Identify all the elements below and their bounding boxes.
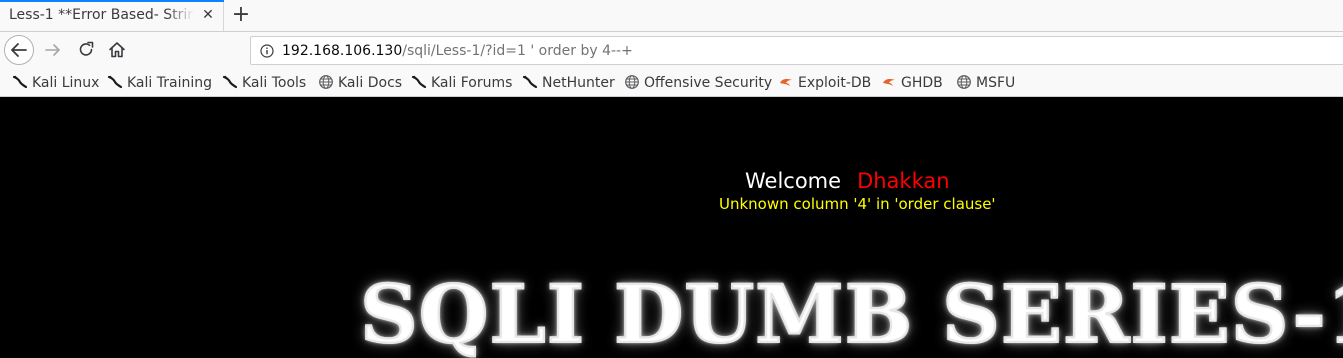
- url-host: 192.168.106.130: [282, 43, 403, 59]
- bookmark-label: Kali Docs: [338, 75, 403, 91]
- back-button[interactable]: [4, 35, 34, 65]
- bookmark-nethunter[interactable]: NetHunter: [522, 74, 615, 92]
- bookmarks-toolbar: Kali Linux Kali Training Kali Tools Kali Do…: [0, 70, 1343, 97]
- new-tab-button[interactable]: +: [229, 3, 253, 27]
- welcome-line: Welcome Dhakkan: [745, 169, 950, 193]
- bookmark-kali-training[interactable]: Kali Training: [107, 74, 212, 92]
- bookmark-label: Exploit-DB: [798, 75, 872, 91]
- kali-dragon-icon: [522, 74, 538, 90]
- bookmark-kali-linux[interactable]: Kali Linux: [12, 74, 99, 92]
- close-tab-icon[interactable]: ✕: [200, 7, 216, 23]
- forward-button[interactable]: [43, 40, 63, 60]
- bookmark-label: Kali Tools: [242, 75, 307, 91]
- bookmark-label: Kali Forums: [431, 75, 513, 91]
- bookmark-exploit-db[interactable]: Exploit-DB: [778, 74, 871, 92]
- kali-dragon-icon: [107, 74, 123, 90]
- home-button[interactable]: [107, 40, 127, 60]
- globe-icon: [318, 74, 334, 90]
- welcome-text: Welcome: [745, 169, 842, 193]
- sql-error-message: Unknown column '4' in 'order clause': [719, 195, 996, 213]
- exploit-db-icon: [778, 74, 794, 90]
- arrow-left-icon: [11, 43, 27, 57]
- page-content: Welcome Dhakkan Unknown column '4' in 'or…: [0, 97, 1343, 358]
- bookmark-offensive-security[interactable]: Offensive Security: [624, 74, 772, 92]
- globe-icon: [624, 74, 640, 90]
- sqli-dumb-series-banner: SQLI DUMB SERIES-1: [359, 268, 1343, 358]
- bookmark-label: MSFU: [976, 75, 1016, 91]
- tab-active[interactable]: Less-1 **Error Based- String ✕: [0, 0, 224, 31]
- bookmark-label: NetHunter: [542, 75, 615, 91]
- bookmark-label: Offensive Security: [644, 75, 773, 91]
- bookmark-label: Kali Training: [127, 75, 212, 91]
- url-path: /sqli/Less-1/?id=1 ' order by 4--+: [402, 43, 633, 59]
- kali-dragon-icon: [411, 74, 427, 90]
- globe-icon: [956, 74, 972, 90]
- bookmark-kali-forums[interactable]: Kali Forums: [411, 74, 512, 92]
- bookmark-label: Kali Linux: [32, 75, 100, 91]
- url-bar[interactable]: 192.168.106.130/sqli/Less-1/?id=1 ' orde…: [250, 36, 1343, 65]
- tab-strip: Less-1 **Error Based- String ✕ +: [0, 0, 1343, 32]
- bookmark-ghdb[interactable]: GHDB: [881, 74, 943, 92]
- bookmark-msfu[interactable]: MSFU: [956, 74, 1015, 92]
- kali-dragon-icon: [222, 74, 238, 90]
- navigation-toolbar: 192.168.106.130/sqli/Less-1/?id=1 ' orde…: [0, 32, 1343, 70]
- reload-button[interactable]: [76, 40, 96, 60]
- kali-dragon-icon: [12, 74, 28, 90]
- bookmark-kali-docs[interactable]: Kali Docs: [318, 74, 402, 92]
- bookmark-label: GHDB: [901, 75, 943, 91]
- info-icon[interactable]: [260, 44, 274, 58]
- url-text[interactable]: 192.168.106.130/sqli/Less-1/?id=1 ' orde…: [282, 43, 633, 59]
- user-name: Dhakkan: [857, 169, 950, 193]
- tab-title: Less-1 **Error Based- String: [9, 7, 194, 23]
- bookmark-kali-tools[interactable]: Kali Tools: [222, 74, 306, 92]
- exploit-db-icon: [881, 74, 897, 90]
